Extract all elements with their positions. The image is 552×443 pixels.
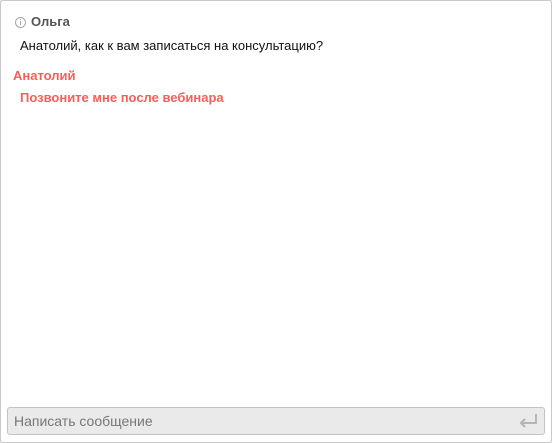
- message-author: Ольга: [31, 14, 70, 29]
- message-author-header: Ольга: [15, 14, 70, 30]
- send-button[interactable]: [516, 411, 540, 431]
- message-text: Позвоните мне после вебинара: [20, 90, 224, 105]
- info-icon: [15, 16, 26, 28]
- message-list: Ольга Анатолий, как к вам записаться на …: [1, 1, 551, 404]
- message-text: Анатолий, как к вам записаться на консул…: [20, 38, 324, 53]
- message-input[interactable]: [8, 408, 514, 434]
- message-composer: [7, 407, 545, 435]
- enter-return-icon: [519, 414, 537, 428]
- message-author: Анатолий: [13, 68, 76, 83]
- chat-window: Ольга Анатолий, как к вам записаться на …: [0, 0, 552, 443]
- message-author-header: Анатолий: [13, 68, 76, 84]
